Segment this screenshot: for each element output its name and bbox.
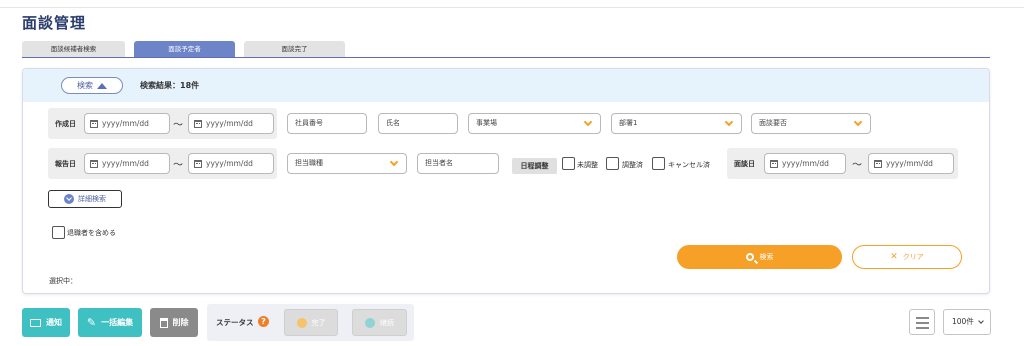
calendar-icon bbox=[194, 119, 202, 128]
created-date-to[interactable]: yyyy/mm/dd bbox=[188, 113, 274, 134]
unadjusted-label: 未調整 bbox=[577, 161, 598, 169]
name-input[interactable]: 氏名 bbox=[378, 113, 458, 134]
department-select[interactable]: 部署1 bbox=[611, 113, 742, 134]
office-select[interactable]: 事業場 bbox=[468, 113, 601, 134]
created-date-from-placeholder: yyyy/mm/dd bbox=[102, 119, 149, 128]
page-title: 面談管理 bbox=[22, 14, 87, 32]
top-bar bbox=[0, 0, 1024, 8]
bulk-edit-label: 一括編集 bbox=[101, 318, 134, 327]
adjusted-checkbox[interactable] bbox=[606, 157, 619, 170]
delete-button[interactable]: 削除 bbox=[150, 308, 198, 337]
job-type-value: 担当職種 bbox=[295, 159, 323, 167]
tab-candidate-search[interactable]: 面談候補者検索 bbox=[22, 41, 125, 57]
list-icon bbox=[916, 322, 929, 324]
report-date-label: 報告日 bbox=[55, 160, 76, 168]
tab-bar: 面談候補者検索 面談予定者 面談完了 bbox=[22, 41, 990, 58]
chevron-down-icon bbox=[853, 117, 863, 127]
status-label: ステータス bbox=[216, 318, 254, 327]
notify-label: 通知 bbox=[46, 318, 62, 327]
notify-button[interactable]: 通知 bbox=[22, 308, 70, 337]
check-circle-icon bbox=[296, 317, 307, 328]
chevron-down-icon bbox=[583, 117, 593, 127]
created-date-from[interactable]: yyyy/mm/dd bbox=[84, 113, 170, 134]
report-date-from[interactable]: yyyy/mm/dd bbox=[84, 153, 170, 174]
result-count: 検索結果：18件 bbox=[140, 81, 200, 90]
employee-number-input[interactable]: 社員番号 bbox=[287, 113, 367, 134]
chevron-down-icon bbox=[389, 157, 399, 167]
chevron-down-icon bbox=[724, 117, 734, 127]
schedule-adjust-label: 日程調整 bbox=[512, 158, 557, 174]
created-date-to-placeholder: yyyy/mm/dd bbox=[206, 119, 253, 128]
help-icon[interactable]: ? bbox=[258, 316, 269, 327]
mail-icon bbox=[30, 318, 41, 327]
search-toggle-button[interactable]: 検索 bbox=[61, 77, 123, 94]
created-date-tilde: ～ bbox=[173, 120, 183, 131]
calendar-icon bbox=[194, 159, 202, 168]
search-icon bbox=[745, 253, 754, 261]
adjusted-label: 調整済 bbox=[622, 161, 643, 169]
interview-date-to[interactable]: yyyy/mm/dd bbox=[868, 153, 954, 174]
cancelled-checkbox[interactable] bbox=[652, 157, 665, 170]
search-button-label: 検索 bbox=[759, 253, 774, 261]
per-page-select[interactable]: 100件 bbox=[943, 309, 991, 335]
detail-search-label: 詳細検索 bbox=[78, 195, 106, 203]
unadjusted-checkbox[interactable] bbox=[562, 157, 575, 170]
interview-date-label: 面談日 bbox=[734, 160, 755, 168]
search-button[interactable]: 検索 bbox=[677, 245, 842, 269]
continue-label: 継続 bbox=[380, 318, 394, 327]
clear-button-label: クリア bbox=[902, 253, 924, 261]
edit-icon: ✎ bbox=[86, 316, 97, 329]
list-icon bbox=[916, 327, 929, 329]
search-panel: 検索 検索結果：18件 bbox=[22, 68, 990, 294]
delete-label: 削除 bbox=[172, 318, 189, 327]
office-select-value: 事業場 bbox=[476, 119, 497, 127]
job-type-select[interactable]: 担当職種 bbox=[287, 153, 407, 174]
interview-date-to-placeholder: yyyy/mm/dd bbox=[886, 159, 933, 168]
chevron-down-icon bbox=[978, 318, 984, 324]
complete-button[interactable]: 完了 bbox=[284, 309, 338, 336]
created-date-label: 作成日 bbox=[55, 120, 76, 128]
continue-button[interactable]: 継続 bbox=[352, 309, 407, 336]
report-date-to[interactable]: yyyy/mm/dd bbox=[188, 153, 274, 174]
staff-name-input[interactable]: 担当者名 bbox=[417, 153, 499, 174]
department-select-value: 部署1 bbox=[619, 119, 638, 127]
calendar-icon bbox=[90, 159, 98, 168]
triangle-up-icon bbox=[97, 82, 107, 89]
list-view-button[interactable] bbox=[909, 309, 935, 335]
tab-completed[interactable]: 面談完了 bbox=[244, 41, 345, 57]
per-page-value: 100件 bbox=[952, 317, 974, 326]
search-panel-header: 検索 検索結果：18件 bbox=[23, 69, 989, 102]
report-date-to-placeholder: yyyy/mm/dd bbox=[206, 159, 253, 168]
interview-date-tilde: ～ bbox=[852, 160, 862, 171]
clear-button[interactable]: ✕ クリア bbox=[852, 245, 962, 269]
search-toggle-label: 検索 bbox=[77, 81, 93, 90]
interview-date-from-placeholder: yyyy/mm/dd bbox=[782, 159, 829, 168]
trash-icon bbox=[159, 317, 168, 328]
interview-necessity-value: 面談要否 bbox=[759, 119, 787, 127]
tab-scheduled[interactable]: 面談予定者 bbox=[134, 41, 235, 57]
include-retired-checkbox[interactable] bbox=[52, 226, 65, 239]
continue-circle-icon bbox=[365, 317, 375, 328]
chevron-down-circle-icon bbox=[64, 194, 74, 204]
selected-label: 選択中： bbox=[49, 277, 77, 285]
calendar-icon bbox=[90, 119, 98, 128]
cancelled-label: キャンセル済 bbox=[668, 161, 710, 169]
include-retired-label: 退職者を含める bbox=[67, 229, 116, 237]
report-date-tilde: ～ bbox=[173, 160, 183, 171]
complete-label: 完了 bbox=[311, 318, 326, 327]
interview-date-from[interactable]: yyyy/mm/dd bbox=[764, 153, 846, 174]
calendar-icon bbox=[770, 159, 778, 168]
calendar-icon bbox=[874, 159, 882, 168]
detail-search-button[interactable]: 詳細検索 bbox=[48, 190, 122, 208]
list-icon bbox=[916, 317, 929, 319]
interview-necessity-select[interactable]: 面談要否 bbox=[751, 113, 871, 134]
report-date-from-placeholder: yyyy/mm/dd bbox=[102, 159, 149, 168]
close-icon: ✕ bbox=[890, 252, 898, 262]
bulk-edit-button[interactable]: ✎ 一括編集 bbox=[78, 308, 142, 337]
